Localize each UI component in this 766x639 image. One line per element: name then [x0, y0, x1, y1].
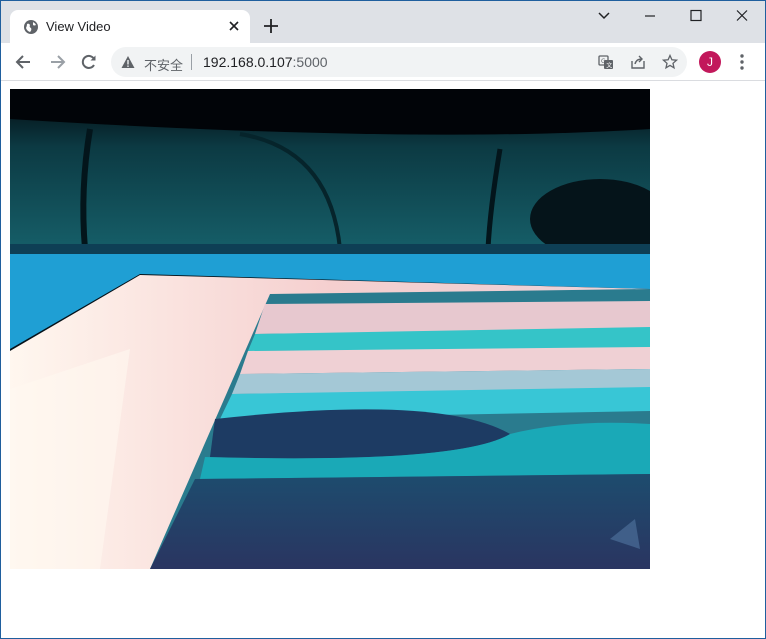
tab-close-button[interactable] [226, 18, 242, 34]
tab-search-icon[interactable] [593, 7, 615, 25]
bookmark-star-icon[interactable] [662, 54, 678, 70]
close-icon[interactable] [731, 7, 753, 25]
page-content [1, 81, 765, 638]
security-status-label[interactable]: 不安全 [144, 55, 183, 74]
forward-arrow-icon[interactable] [47, 52, 67, 72]
globe-icon [24, 20, 38, 34]
kebab-menu-icon[interactable] [735, 52, 749, 72]
url-host: 192.168.0.107 [203, 54, 293, 70]
browser-toolbar: 不安全 192.168.0.107:5000 G 文 J [1, 43, 765, 81]
tab-strip: View Video [1, 1, 765, 43]
camera-frame [10, 89, 650, 569]
share-icon[interactable] [630, 54, 646, 70]
tab-title: View Video [46, 19, 111, 34]
maximize-icon[interactable] [685, 7, 707, 25]
svg-text:G: G [601, 58, 606, 65]
url-port: :5000 [292, 54, 328, 70]
browser-window: View Video 不安全 192.168.0.107:5000 G 文 J [0, 0, 766, 639]
address-bar[interactable]: 不安全 192.168.0.107:5000 G 文 [111, 47, 687, 77]
plus-icon[interactable] [261, 16, 281, 36]
profile-avatar[interactable]: J [699, 51, 721, 73]
video-stream-image [10, 89, 650, 569]
tab-view-video[interactable]: View Video [10, 10, 250, 43]
url-text[interactable]: 192.168.0.107:5000 [203, 54, 328, 70]
close-icon [229, 21, 239, 31]
back-arrow-icon[interactable] [14, 52, 34, 72]
reload-icon[interactable] [79, 52, 99, 72]
minimize-icon[interactable] [639, 7, 661, 25]
warning-icon[interactable] [121, 55, 135, 69]
translate-icon[interactable]: G 文 [598, 54, 614, 70]
omnibox-divider [191, 54, 192, 70]
svg-text:文: 文 [606, 62, 612, 70]
